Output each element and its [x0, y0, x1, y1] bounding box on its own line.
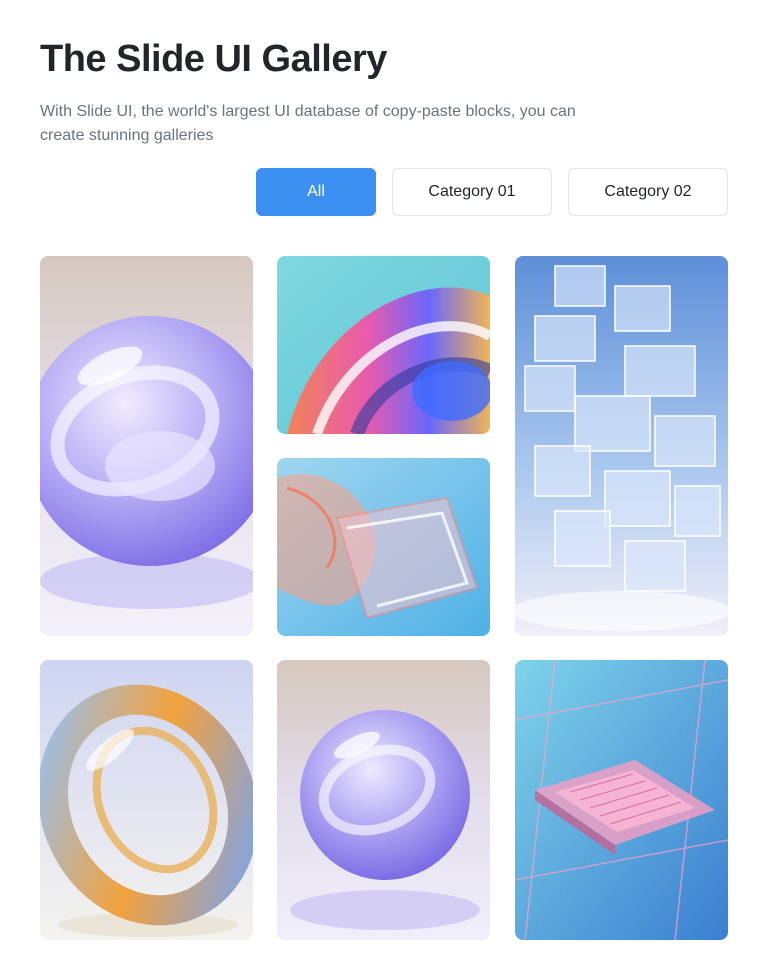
gallery-image-glass-sphere-violet[interactable]	[277, 660, 490, 940]
gallery-image-glass-ribbon-coral[interactable]	[277, 458, 490, 636]
page-description: With Slide UI, the world's largest UI da…	[40, 103, 576, 144]
gallery-image-iridescent-swirl[interactable]	[277, 256, 490, 434]
gallery-page: The Slide UI Gallery With Slide UI, the …	[0, 0, 768, 980]
gallery-image-glass-cube-tower[interactable]	[515, 256, 728, 636]
filter-all-button[interactable]: All	[256, 168, 376, 216]
filter-category-01-button[interactable]: Category 01	[392, 168, 552, 216]
gallery-image-glass-sphere-lavender[interactable]	[40, 256, 253, 636]
filter-category-02-button[interactable]: Category 02	[568, 168, 728, 216]
page-title: The Slide UI Gallery	[40, 38, 387, 80]
gallery-image-glass-ring-gold[interactable]	[40, 660, 253, 940]
filter-tabs: All Category 01 Category 02	[256, 168, 728, 216]
gallery-image-microchip-circuit[interactable]	[515, 660, 728, 940]
